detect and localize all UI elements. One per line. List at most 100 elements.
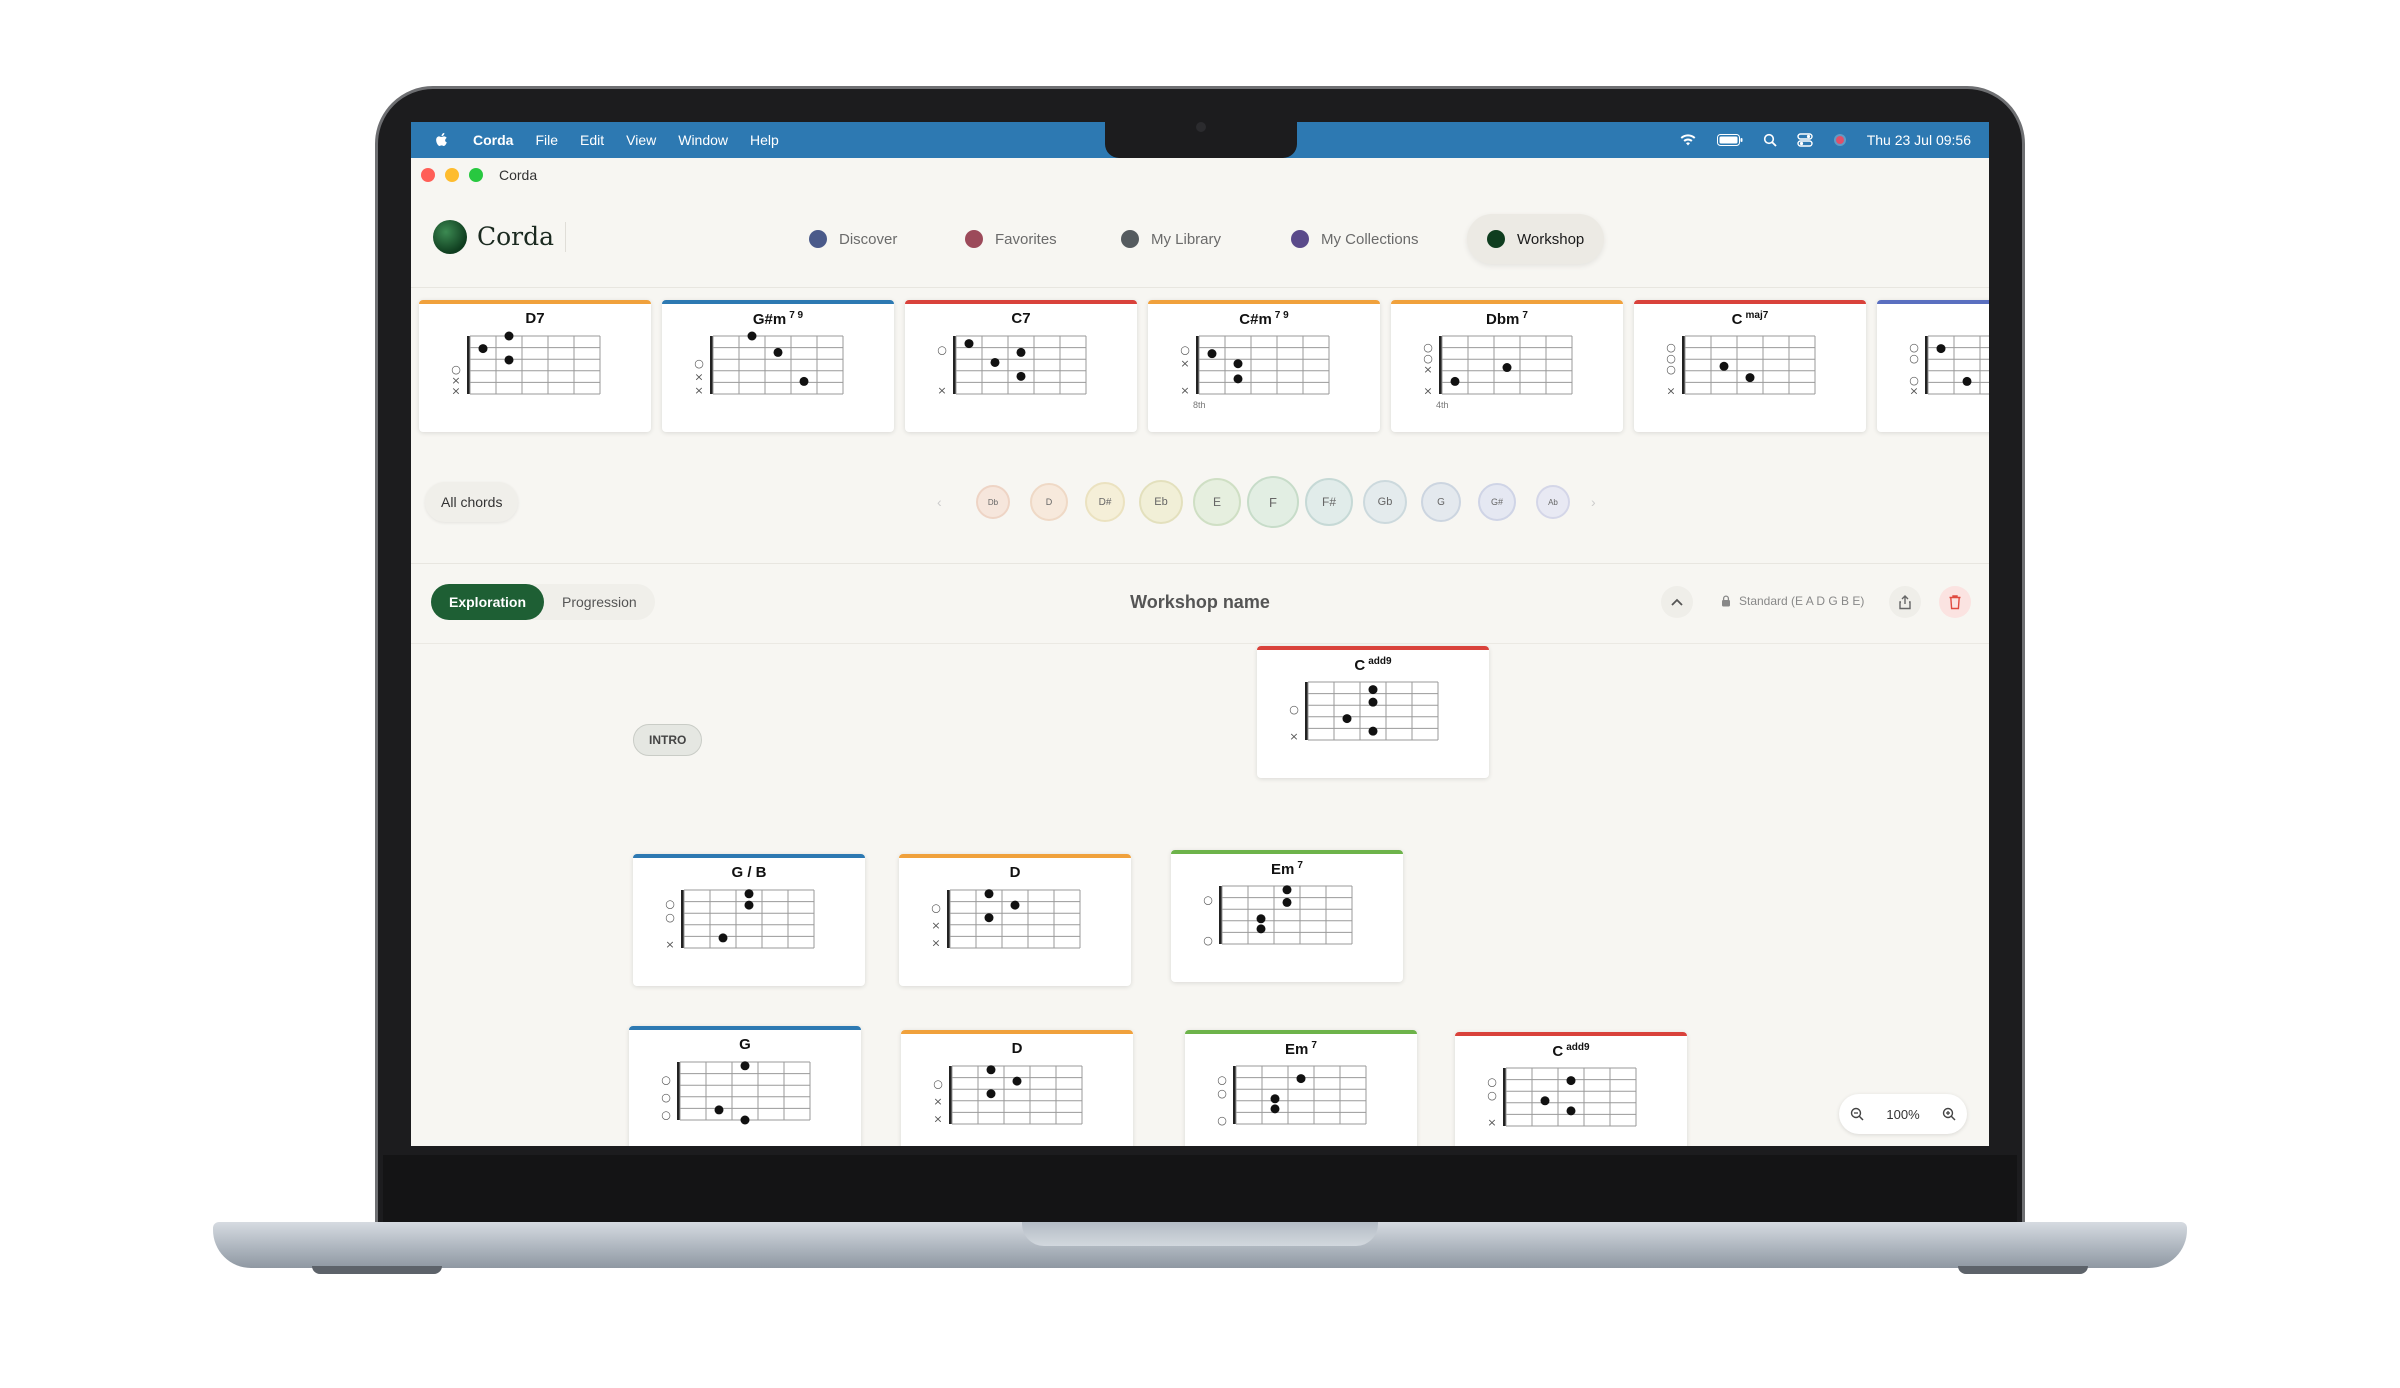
muted-string-marker: × — [1289, 730, 1298, 743]
finger-dot — [1450, 376, 1460, 386]
zoom-level: 100% — [1886, 1106, 1920, 1122]
finger-dot — [1270, 1104, 1280, 1114]
key-chip[interactable]: G — [1421, 482, 1461, 522]
canvas-chord-card[interactable]: D ○ × × — [899, 854, 1131, 986]
menu-edit[interactable]: Edit — [580, 132, 604, 148]
fret-position-label: 4th — [1436, 400, 1449, 410]
menu-view[interactable]: View — [626, 132, 656, 148]
key-chip[interactable]: G# — [1478, 483, 1516, 521]
key-chip[interactable]: Eb — [1139, 480, 1183, 524]
workshop-canvas[interactable]: INTRO 100% Cadd9 ○ × G / B ○ ○ × D ○ × × Em 7 ○ ○ G ○ ○ ○ D… — [411, 644, 1989, 1146]
zoom-control: 100% — [1839, 1094, 1967, 1134]
menu-clock[interactable]: Thu 23 Jul 09:56 — [1867, 132, 1971, 148]
key-chip[interactable]: D# — [1085, 482, 1125, 522]
zoom-in-icon[interactable] — [1942, 1107, 1956, 1121]
muted-string-marker: × — [1423, 363, 1432, 376]
strip-chord-card[interactable]: C7 ○ × — [905, 300, 1137, 432]
canvas-chord-card[interactable]: G / B ○ ○ × — [633, 854, 865, 986]
strip-chord-card[interactable]: ○ ○ ○ × — [1877, 300, 1989, 432]
finger-dot — [478, 344, 488, 354]
key-chip[interactable]: Gb — [1363, 480, 1407, 524]
strip-chord-card[interactable]: D7 ○ × × — [419, 300, 651, 432]
finger-dot — [504, 331, 514, 341]
apple-icon[interactable] — [433, 131, 451, 149]
section-tag-intro[interactable]: INTRO — [633, 724, 703, 756]
finger-dot — [1566, 1076, 1576, 1086]
key-chip[interactable]: Db — [976, 485, 1010, 519]
strip-chord-card[interactable]: G#m 7 9 ○ × × — [662, 300, 894, 432]
progression-tab[interactable]: Progression — [544, 584, 655, 620]
key-chip[interactable]: F# — [1305, 478, 1353, 526]
window-minimize-button[interactable] — [445, 168, 459, 182]
chord-diagram: ○ ○ ○ — [661, 1061, 811, 1125]
menu-file[interactable]: File — [535, 132, 558, 148]
canvas-chord-card[interactable]: D ○ × × — [901, 1030, 1133, 1146]
key-chip[interactable]: Ab — [1536, 485, 1570, 519]
nav-my-library[interactable]: My Library — [1101, 214, 1241, 264]
window-close-button[interactable] — [421, 168, 435, 182]
chord-diagram: ○× — [1289, 681, 1439, 743]
workshop-name[interactable]: Workshop name — [1130, 592, 1270, 612]
chord-diagram: ○○ × — [1487, 1067, 1637, 1129]
finger-dot — [504, 355, 514, 365]
open-string-marker: ○ — [1289, 703, 1299, 716]
finger-dot — [1233, 359, 1243, 369]
canvas-chord-card[interactable]: Cadd9 ○ ○ × — [1455, 1032, 1687, 1146]
key-filter-row: All chords ‹ Db D D# Eb E F F# Gb G G# Ab › — [411, 434, 1989, 564]
control-center-icon[interactable] — [1797, 133, 1813, 147]
spotlight-search-icon[interactable] — [1763, 133, 1777, 147]
exploration-tab[interactable]: Exploration — [431, 584, 545, 620]
finger-dot — [1270, 1094, 1280, 1104]
battery-icon[interactable] — [1716, 133, 1743, 147]
muted-string-marker: × — [931, 937, 940, 950]
nav-label: Workshop — [1517, 230, 1585, 248]
finger-dot — [718, 933, 728, 943]
chord-diagram: ○○ × — [665, 889, 815, 951]
key-chip[interactable]: F — [1247, 476, 1299, 528]
canvas-chord-card[interactable]: Em 7 ○ ○ ○ — [1185, 1030, 1417, 1146]
open-string-marker: ○ — [1203, 934, 1213, 947]
nav-workshop[interactable]: Workshop — [1467, 214, 1605, 264]
nav-favorites[interactable]: Favorites — [945, 214, 1077, 264]
finger-dot — [990, 357, 1000, 367]
filter-prev-arrow[interactable]: ‹ — [937, 494, 942, 510]
collapse-button[interactable] — [1661, 586, 1693, 618]
tuning-selector[interactable]: Standard (E A D G B E) — [1721, 594, 1864, 608]
finger-dot — [744, 889, 754, 899]
chord-diagram: ○○ — [1203, 885, 1353, 947]
menu-help[interactable]: Help — [750, 132, 779, 148]
lock-icon — [1722, 595, 1730, 607]
canvas-chord-card[interactable]: G ○ ○ ○ — [629, 1026, 861, 1146]
strip-chord-card[interactable]: Cmaj7 ○ ○ ○ × — [1634, 300, 1866, 432]
wifi-icon[interactable] — [1679, 133, 1697, 147]
all-chords-button[interactable]: All chords — [425, 482, 519, 522]
delete-button[interactable] — [1939, 586, 1971, 618]
strip-chord-card[interactable]: Dbm 7 ○ ○ × × 4th — [1391, 300, 1623, 432]
key-chip[interactable]: D — [1030, 483, 1068, 521]
trash-icon — [1949, 595, 1961, 610]
share-button[interactable] — [1889, 586, 1921, 618]
mode-toggle: Exploration Progression — [431, 584, 655, 620]
strip-chord-card[interactable]: C#m 7 9 ○ × × 8th — [1148, 300, 1380, 432]
menu-window[interactable]: Window — [678, 132, 728, 148]
menu-app-name[interactable]: Corda — [473, 132, 513, 148]
canvas-chord-card[interactable]: Em 7 ○ ○ — [1171, 850, 1403, 982]
finger-dot — [1296, 1074, 1306, 1084]
filter-next-arrow[interactable]: › — [1591, 494, 1596, 510]
main-nav: Discover Favorites My Library My Collect… — [411, 192, 1989, 288]
finger-dot — [986, 1089, 996, 1099]
nav-discover[interactable]: Discover — [789, 214, 917, 264]
canvas-chord-card[interactable]: Cadd9 ○ × — [1257, 646, 1489, 778]
key-chip[interactable]: E — [1193, 478, 1241, 526]
nav-label: Favorites — [995, 230, 1057, 248]
open-string-marker: ○ — [1217, 1073, 1227, 1086]
window-zoom-button[interactable] — [469, 168, 483, 182]
zoom-out-icon[interactable] — [1850, 1107, 1864, 1121]
open-string-marker: ○ — [937, 343, 947, 356]
finger-dot — [1502, 363, 1512, 373]
siri-icon[interactable] — [1833, 133, 1847, 147]
open-string-marker: ○ — [1909, 352, 1919, 365]
finger-dot — [1540, 1096, 1550, 1106]
nav-my-collections[interactable]: My Collections — [1271, 214, 1439, 264]
open-string-marker: ○ — [1487, 1089, 1497, 1102]
